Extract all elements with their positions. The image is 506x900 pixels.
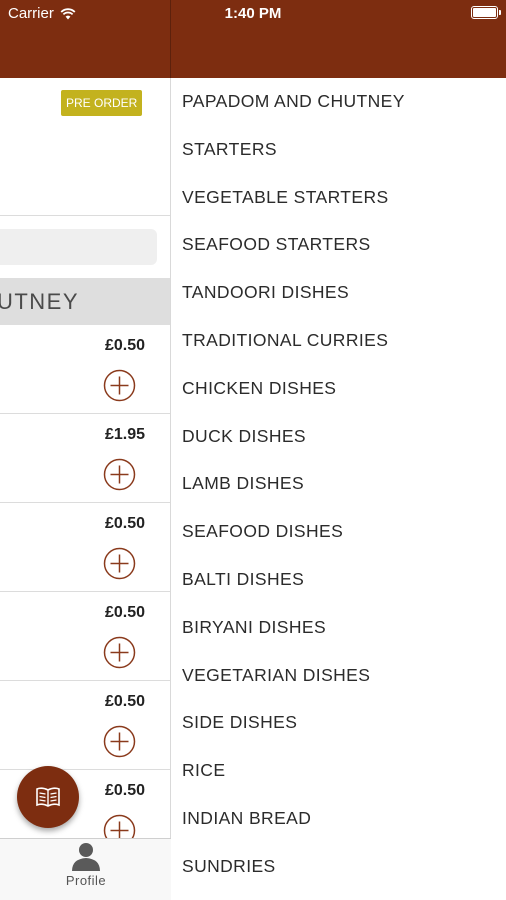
category-item[interactable]: TRADITIONAL CURRIES	[171, 317, 506, 365]
category-item[interactable]: RICE	[171, 747, 506, 795]
status-bar: Carrier 1:40 PM	[0, 0, 506, 26]
status-time: 1:40 PM	[224, 5, 282, 22]
item-price: £0.50	[104, 515, 145, 532]
menu-item: £0.50	[0, 681, 170, 770]
tab-profile-label: Profile	[65, 873, 107, 888]
category-list: PAPADOM AND CHUTNEY STARTERS VEGETABLE STA…	[171, 78, 506, 891]
tab-bar: Profile	[0, 838, 171, 900]
category-item[interactable]: SEAFOOD STARTERS	[171, 221, 506, 269]
item-price: £0.50	[104, 337, 145, 354]
category-item[interactable]: STARTERS	[171, 126, 506, 174]
menu-fab-button[interactable]	[17, 766, 79, 828]
category-item[interactable]: VEGETARIAN DISHES	[171, 652, 506, 700]
category-item[interactable]: LAMB DISHES	[171, 460, 506, 508]
person-icon	[72, 843, 100, 871]
category-item[interactable]: DUCK DISHES	[171, 413, 506, 461]
menu-item: £1.95	[0, 414, 170, 503]
add-circle-icon[interactable]	[103, 725, 136, 758]
category-item[interactable]: CHICKEN DISHES	[171, 365, 506, 413]
item-price: £0.50	[104, 782, 145, 799]
menu-item: £0.50	[0, 503, 170, 592]
menu-book-icon	[36, 787, 60, 807]
add-circle-icon[interactable]	[103, 636, 136, 669]
item-price: £1.95	[104, 426, 145, 443]
pre-order-badge[interactable]: PRE ORDER	[61, 90, 143, 116]
battery-icon	[471, 6, 501, 19]
item-price: £0.50	[104, 693, 145, 710]
category-item[interactable]: TANDOORI DISHES	[171, 269, 506, 317]
category-drawer: PAPADOM AND CHUTNEY STARTERS VEGETABLE STA…	[171, 78, 506, 900]
divider	[0, 215, 170, 216]
add-circle-icon[interactable]	[103, 547, 136, 580]
category-item[interactable]: INDIAN BREAD	[171, 795, 506, 843]
item-price: £0.50	[104, 604, 145, 621]
app-screen: Carrier 1:40 PM PRE ORDER UTNEY £0.50 £1…	[0, 0, 506, 900]
category-item[interactable]: PAPADOM AND CHUTNEY	[171, 78, 506, 126]
menu-item: £0.50	[0, 325, 170, 414]
category-item[interactable]: VEGETABLE STARTERS	[171, 174, 506, 222]
category-item[interactable]: SUNDRIES	[171, 843, 506, 891]
category-item[interactable]: SEAFOOD DISHES	[171, 508, 506, 556]
search-input[interactable]	[0, 229, 157, 265]
category-item[interactable]: SIDE DISHES	[171, 699, 506, 747]
category-item[interactable]: BIRYANI DISHES	[171, 604, 506, 652]
category-header: UTNEY	[0, 278, 170, 325]
add-circle-icon[interactable]	[103, 369, 136, 402]
add-circle-icon[interactable]	[103, 458, 136, 491]
menu-item: £0.50	[0, 592, 170, 681]
category-item[interactable]: BALTI DISHES	[171, 556, 506, 604]
tab-profile[interactable]: Profile	[56, 841, 116, 897]
category-header-label: UTNEY	[0, 289, 79, 314]
